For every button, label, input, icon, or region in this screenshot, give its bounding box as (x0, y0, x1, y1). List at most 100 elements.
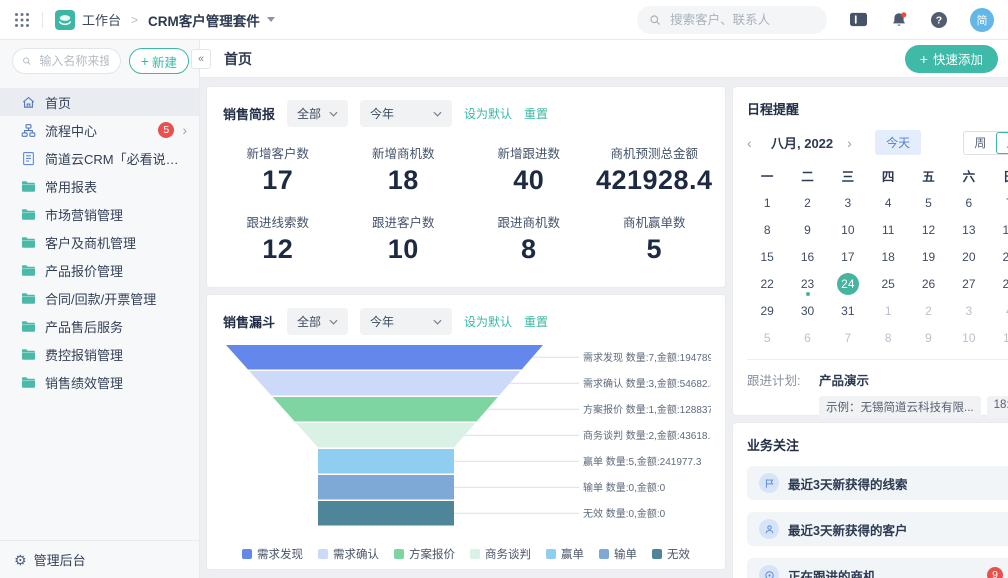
sidebar-item[interactable]: 费控报销管理 (0, 340, 199, 368)
sidebar-item[interactable]: 客户及商机管理 (0, 228, 199, 256)
calendar-day[interactable]: 6 (787, 324, 827, 351)
calendar-day[interactable]: 29 (747, 297, 787, 324)
calendar-day[interactable]: 2 (787, 189, 827, 216)
sidebar-item-admin[interactable]: ⚙ 管理后台 (0, 540, 199, 578)
plan-title[interactable]: 产品演示 (819, 370, 1008, 389)
time-select[interactable]: 今年 (360, 100, 452, 127)
business-item[interactable]: 最近3天新获得的线索› (747, 466, 1008, 500)
notification-bell-icon[interactable] (890, 11, 908, 29)
scope-select[interactable]: 全部 (287, 100, 348, 127)
set-default-link[interactable]: 设为默认 (464, 105, 512, 122)
funnel-stage[interactable] (249, 371, 520, 396)
calendar-day[interactable]: 23 (787, 270, 827, 297)
calendar-day[interactable]: 19 (908, 243, 948, 270)
help-icon[interactable]: ? (930, 11, 948, 29)
calendar-day[interactable]: 6 (949, 189, 989, 216)
calendar-day[interactable]: 14 (989, 216, 1008, 243)
month-toggle-button[interactable]: 月 (996, 132, 1008, 154)
calendar-day[interactable]: 7 (828, 324, 868, 351)
calendar-day[interactable]: 17 (828, 243, 868, 270)
prev-month-icon[interactable]: ‹ (747, 136, 761, 150)
calendar-day[interactable]: 7 (989, 189, 1008, 216)
sidebar-item[interactable]: 合同/回款/开票管理 (0, 284, 199, 312)
sidebar-item[interactable]: 简道云CRM「必看说明」 (0, 144, 199, 172)
set-default-link[interactable]: 设为默认 (464, 313, 512, 330)
calendar-day[interactable]: 2 (908, 297, 948, 324)
calendar-day[interactable]: 8 (747, 216, 787, 243)
funnel-stage[interactable] (273, 397, 498, 422)
new-button[interactable]: +新建 (129, 48, 189, 74)
calendar-day[interactable]: 5 (747, 324, 787, 351)
sidebar-collapse-icon[interactable]: « (191, 49, 211, 69)
calendar-day[interactable]: 28 (989, 270, 1008, 297)
calendar-day[interactable]: 21 (989, 243, 1008, 270)
next-month-icon[interactable]: › (847, 136, 861, 150)
sidebar-item[interactable]: 市场营销管理 (0, 200, 199, 228)
calendar-day[interactable]: 4 (989, 297, 1008, 324)
apps-grid-icon[interactable] (14, 12, 30, 28)
legend-item[interactable]: 输单 (599, 546, 637, 562)
calendar-day[interactable]: 24 (828, 270, 868, 297)
calendar-day[interactable]: 9 (787, 216, 827, 243)
app-title[interactable]: CRM客户管理套件 (148, 10, 260, 30)
reset-link[interactable]: 重置 (524, 105, 548, 122)
week-toggle-button[interactable]: 周 (964, 132, 996, 154)
calendar-day[interactable]: 16 (787, 243, 827, 270)
funnel-stage[interactable] (296, 423, 475, 448)
calendar-day[interactable]: 1 (747, 189, 787, 216)
calendar-day[interactable]: 10 (949, 324, 989, 351)
legend-item[interactable]: 需求确认 (318, 546, 379, 562)
legend-item[interactable]: 商务谈判 (470, 546, 531, 562)
legend-item[interactable]: 无效 (652, 546, 690, 562)
funnel-stage[interactable] (226, 345, 543, 370)
reset-link[interactable]: 重置 (524, 313, 548, 330)
calendar-day[interactable]: 3 (828, 189, 868, 216)
calendar-day[interactable]: 15 (747, 243, 787, 270)
calendar-day[interactable]: 5 (908, 189, 948, 216)
business-item[interactable]: 最近3天新获得的客户› (747, 512, 1008, 546)
sidebar-item[interactable]: 销售绩效管理 (0, 368, 199, 396)
business-item[interactable]: 正在跟进的商机9› (747, 558, 1008, 578)
today-button[interactable]: 今天 (875, 130, 921, 155)
calendar-day[interactable]: 3 (949, 297, 989, 324)
calendar-day[interactable]: 11 (989, 324, 1008, 351)
calendar-day[interactable]: 11 (868, 216, 908, 243)
time-select[interactable]: 今年 (360, 308, 452, 335)
funnel-stage[interactable] (318, 475, 454, 500)
calendar-day[interactable]: 8 (868, 324, 908, 351)
scope-select[interactable]: 全部 (287, 308, 348, 335)
calendar-day[interactable]: 9 (908, 324, 948, 351)
calendar-day[interactable]: 20 (949, 243, 989, 270)
sidebar-item[interactable]: 常用报表 (0, 172, 199, 200)
global-search-input[interactable] (668, 12, 815, 28)
funnel-stage[interactable] (318, 501, 454, 526)
quick-add-button[interactable]: +快速添加 (905, 45, 998, 73)
calendar-day[interactable]: 13 (949, 216, 989, 243)
sidebar-search[interactable] (12, 48, 121, 74)
calendar-day[interactable]: 27 (949, 270, 989, 297)
calendar-day[interactable]: 18 (868, 243, 908, 270)
calendar-day[interactable]: 30 (787, 297, 827, 324)
sidebar-item[interactable]: 产品报价管理 (0, 256, 199, 284)
calendar-day[interactable]: 31 (828, 297, 868, 324)
avatar[interactable]: 简 (970, 8, 994, 32)
calendar-day[interactable]: 10 (828, 216, 868, 243)
sidebar-item[interactable]: 首页 (0, 88, 199, 116)
calendar-day[interactable]: 25 (868, 270, 908, 297)
legend-item[interactable]: 赢单 (546, 546, 584, 562)
workspace-link[interactable]: 工作台 (82, 10, 121, 29)
calendar-day[interactable]: 4 (868, 189, 908, 216)
calendar-day[interactable]: 22 (747, 270, 787, 297)
legend-item[interactable]: 需求发现 (242, 546, 303, 562)
calendar-day[interactable]: 1 (868, 297, 908, 324)
calendar-day[interactable]: 26 (908, 270, 948, 297)
sidebar-search-input[interactable] (37, 53, 110, 69)
sidebar-item[interactable]: 产品售后服务 (0, 312, 199, 340)
manual-icon[interactable] (849, 11, 868, 28)
legend-item[interactable]: 方案报价 (394, 546, 455, 562)
funnel-stage[interactable] (318, 449, 454, 474)
calendar-day[interactable]: 12 (908, 216, 948, 243)
chevron-down-icon[interactable] (267, 17, 275, 22)
global-search[interactable] (637, 6, 827, 34)
sidebar-item[interactable]: 流程中心5› (0, 116, 199, 144)
